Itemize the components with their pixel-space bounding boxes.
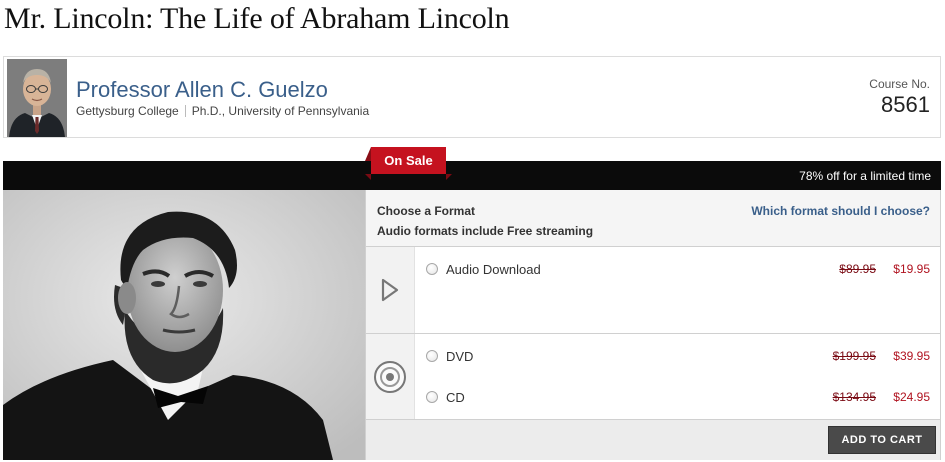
sale-banner: 78% off for a limited time xyxy=(3,161,941,190)
add-to-cart-button[interactable]: ADD TO CART xyxy=(828,426,936,454)
cd-radio[interactable] xyxy=(426,391,438,403)
format-group-physical: DVD $199.95 $39.95 CD $134.95 $24.95 xyxy=(366,334,940,420)
disc-icon xyxy=(374,360,406,393)
professor-degree: Ph.D., University of Pennsylvania xyxy=(191,104,370,118)
course-hero-image xyxy=(3,190,365,460)
sale-price: $39.95 xyxy=(893,349,930,363)
format-option-cd[interactable]: CD $134.95 $24.95 xyxy=(426,390,936,406)
professor-card: Professor Allen C. Guelzo Gettysburg Col… xyxy=(3,56,941,138)
original-price: $199.95 xyxy=(832,349,876,363)
original-price: $89.95 xyxy=(839,262,876,276)
format-group-icon-cell xyxy=(366,334,415,419)
format-group-icon-cell xyxy=(366,247,415,333)
course-number: 8561 xyxy=(881,92,930,117)
option-label[interactable]: Audio Download xyxy=(446,262,541,277)
on-sale-badge: On Sale xyxy=(365,147,446,174)
divider xyxy=(184,105,186,117)
badge-fold-right xyxy=(446,174,452,180)
format-chooser-footer: ADD TO CART xyxy=(366,420,940,460)
option-label[interactable]: CD xyxy=(446,390,465,405)
sale-price: $19.95 xyxy=(893,262,930,276)
format-subheading: Audio formats include Free streaming xyxy=(377,224,594,238)
play-icon xyxy=(381,278,399,302)
dvd-radio[interactable] xyxy=(426,350,438,362)
professor-name[interactable]: Professor Allen C. Guelzo xyxy=(76,77,328,103)
course-number-label: Course No. xyxy=(869,77,930,91)
badge-fold-left xyxy=(365,174,371,180)
professor-institution: Gettysburg College xyxy=(76,104,179,118)
format-heading: Choose a Format xyxy=(377,204,476,218)
format-help-link[interactable]: Which format should I choose? xyxy=(751,204,930,218)
sale-price: $24.95 xyxy=(893,390,930,404)
professor-credentials: Gettysburg College Ph.D., University of P… xyxy=(76,104,369,118)
format-chooser: Choose a Format Audio formats include Fr… xyxy=(365,190,941,460)
professor-photo xyxy=(7,59,67,137)
original-price: $134.95 xyxy=(832,390,876,404)
audio-download-radio[interactable] xyxy=(426,263,438,275)
option-label[interactable]: DVD xyxy=(446,349,473,364)
format-chooser-header: Choose a Format Audio formats include Fr… xyxy=(366,190,940,247)
sale-banner-text: 78% off for a limited time xyxy=(799,169,931,183)
format-option-audio-download[interactable]: Audio Download $89.95 $19.95 xyxy=(426,262,936,278)
format-group-digital: Audio Download $89.95 $19.95 xyxy=(366,247,940,334)
course-title: Mr. Lincoln: The Life of Abraham Lincoln xyxy=(4,2,510,35)
format-option-dvd[interactable]: DVD $199.95 $39.95 xyxy=(426,349,936,365)
